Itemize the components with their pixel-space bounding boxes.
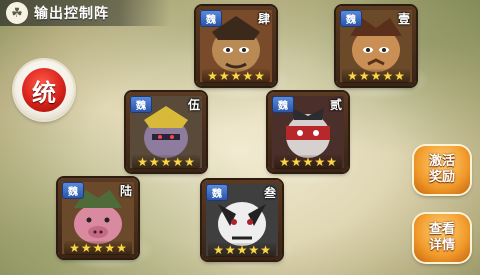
hero-card-2[interactable]: 魏 贰 ★ ★ ★ ★ ★ [268, 92, 348, 172]
view-details-label: 查看详情 [428, 222, 455, 253]
star-icon: ★ [224, 243, 236, 257]
star-icon: ★ [69, 241, 80, 255]
star-rating: ★ ★ ★ ★ ★ [64, 241, 132, 255]
faction-badge: 魏 [206, 184, 228, 201]
star-icon: ★ [148, 155, 160, 169]
view-details-button[interactable]: 查看详情 [414, 214, 470, 262]
formation-toggle-button[interactable]: 统 [14, 60, 74, 120]
paw-icon: ☘ [6, 2, 28, 24]
star-icon: ★ [302, 155, 314, 169]
activate-bonus-label: 激活奖励 [428, 154, 455, 185]
hero-card-4[interactable]: 魏 肆 ★ ★ ★ ★ ★ [196, 6, 276, 86]
faction-badge: 魏 [62, 182, 84, 199]
star-icon: ★ [137, 155, 148, 169]
star-rating: ★ ★ ★ ★ ★ [132, 155, 200, 169]
star-icon: ★ [248, 243, 260, 257]
star-icon: ★ [92, 241, 104, 255]
star-icon: ★ [207, 69, 218, 83]
faction-badge: 魏 [130, 96, 152, 113]
formation-toggle-label: 统 [22, 68, 66, 112]
hero-card-1[interactable]: 魏 壹 ★ ★ ★ ★ ★ [336, 6, 416, 86]
star-icon: ★ [290, 155, 302, 169]
star-icon: ★ [218, 69, 230, 83]
star-icon: ★ [80, 241, 92, 255]
star-icon: ★ [394, 69, 405, 83]
hero-card-5[interactable]: 魏 伍 ★ ★ ★ ★ ★ [126, 92, 206, 172]
star-rating: ★ ★ ★ ★ ★ [202, 69, 270, 83]
star-icon: ★ [314, 155, 326, 169]
formation-order: 贰 [329, 98, 342, 112]
star-icon: ★ [279, 155, 290, 169]
star-icon: ★ [116, 241, 127, 255]
formation-order: 肆 [257, 12, 270, 26]
activate-bonus-button[interactable]: 激活奖励 [414, 146, 470, 194]
formation-order: 伍 [187, 98, 200, 112]
star-icon: ★ [242, 69, 254, 83]
star-icon: ★ [254, 69, 265, 83]
star-icon: ★ [382, 69, 394, 83]
star-icon: ★ [260, 243, 271, 257]
star-rating: ★ ★ ★ ★ ★ [208, 243, 276, 257]
star-icon: ★ [236, 243, 248, 257]
formation-order: 陆 [119, 184, 132, 198]
star-icon: ★ [347, 69, 358, 83]
hero-card-3[interactable]: 魏 叁 ★ ★ ★ ★ ★ [202, 180, 282, 260]
faction-badge: 魏 [272, 96, 294, 113]
page-title: 输出控制阵 [34, 6, 109, 22]
star-icon: ★ [326, 155, 337, 169]
star-icon: ★ [370, 69, 382, 83]
star-icon: ★ [160, 155, 172, 169]
star-icon: ★ [213, 243, 224, 257]
hero-card-6[interactable]: 魏 陆 ★ ★ ★ ★ ★ [58, 178, 138, 258]
header-bar: ☘ 输出控制阵 [0, 0, 170, 26]
star-rating: ★ ★ ★ ★ ★ [274, 155, 342, 169]
star-icon: ★ [172, 155, 184, 169]
formation-order: 叁 [263, 186, 276, 200]
formation-order: 壹 [397, 12, 410, 26]
faction-badge: 魏 [340, 10, 362, 27]
star-icon: ★ [230, 69, 242, 83]
star-icon: ★ [104, 241, 116, 255]
star-icon: ★ [358, 69, 370, 83]
star-icon: ★ [184, 155, 195, 169]
star-rating: ★ ★ ★ ★ ★ [342, 69, 410, 83]
faction-badge: 魏 [200, 10, 222, 27]
